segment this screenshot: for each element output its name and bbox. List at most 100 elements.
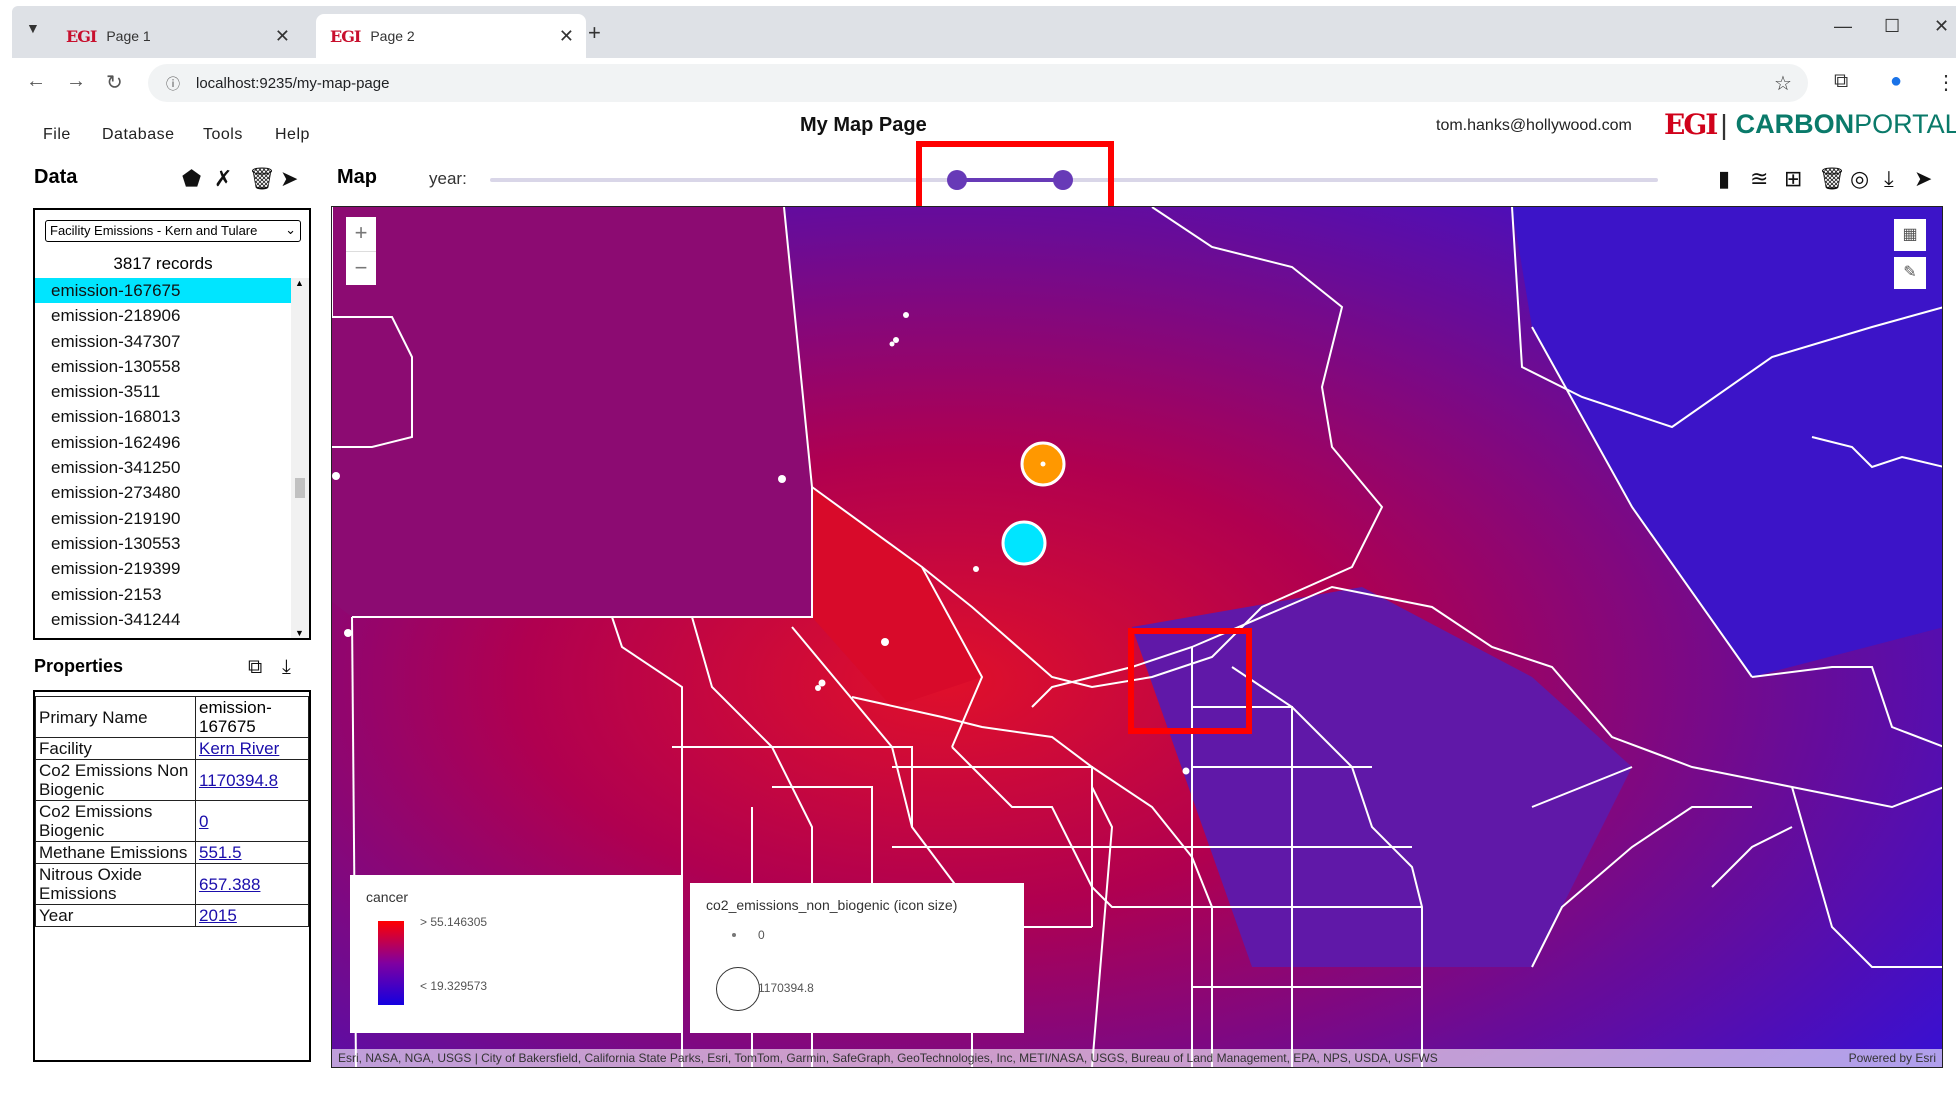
property-value-link[interactable]: 1170394.8	[199, 771, 278, 790]
zoom-out-button[interactable]: −	[346, 251, 376, 285]
add-layer-icon[interactable]: ⊞	[1784, 166, 1802, 192]
property-value-link[interactable]: 551.5	[199, 843, 242, 862]
menu-tools[interactable]: Tools	[203, 126, 243, 144]
zoom-in-button[interactable]: +	[346, 217, 376, 251]
tab-search-icon[interactable]: ▼	[26, 20, 40, 36]
property-row: Facility Kern River	[35, 737, 309, 760]
locate-icon[interactable]: ◎	[1850, 166, 1869, 192]
site-info-icon[interactable]: ⓘ	[166, 74, 180, 94]
record-list-item[interactable]: emission-341242	[35, 632, 291, 638]
properties-panel: Primary Name emission-167675 Facility Kern …	[33, 690, 311, 1062]
property-key: Nitrous Oxide Emissions	[35, 863, 196, 905]
record-list-item[interactable]: emission-341250	[35, 455, 291, 480]
back-icon[interactable]: ←	[26, 70, 46, 93]
region-northwest	[332, 207, 812, 617]
selected-facility-point[interactable]	[1001, 520, 1047, 566]
record-list-item[interactable]: emission-218906	[35, 303, 291, 328]
record-list-item[interactable]: emission-162496	[35, 430, 291, 455]
minimize-icon[interactable]: —	[1834, 16, 1852, 37]
basemap-gallery-icon[interactable]: ▦	[1894, 219, 1926, 251]
user-email[interactable]: tom.hanks@hollywood.com	[1436, 117, 1632, 135]
record-list-item[interactable]: emission-2153	[35, 582, 291, 607]
map-trash-icon[interactable]: 🗑	[1818, 166, 1846, 192]
close-icon[interactable]: ✕	[275, 26, 290, 47]
browser-tab-bar: ▼ EGI Page 1 ✕ EGI Page 2 ✕ + — ☐ ✕	[12, 6, 1956, 58]
record-list-scrollbar[interactable]: ▲ ▼	[291, 278, 309, 638]
tab-page-1[interactable]: EGI Page 1 ✕	[52, 14, 302, 58]
record-list-item[interactable]: emission-347307	[35, 329, 291, 354]
record-list-item[interactable]: emission-130553	[35, 531, 291, 556]
clear-selection-icon[interactable]: ✗	[214, 166, 232, 192]
tag-icon[interactable]: ⬟	[182, 166, 201, 192]
property-value-link[interactable]: Kern River	[199, 739, 279, 758]
profile-icon[interactable]: ●	[1890, 70, 1902, 93]
scroll-up-icon[interactable]: ▲	[295, 278, 304, 288]
maximize-icon[interactable]: ☐	[1884, 16, 1900, 37]
logo-separator: |	[1720, 108, 1728, 140]
property-value: emission-167675	[199, 698, 272, 736]
chevron-down-icon: ⌄	[285, 222, 296, 237]
record-list-item[interactable]: emission-219190	[35, 506, 291, 531]
cancer-legend-max: > 55.146305	[420, 915, 488, 929]
address-bar: ← → ↻ ⓘ localhost:9235/my-map-page ☆ ⧉ ●…	[12, 58, 1956, 108]
cancer-gradient-ramp	[378, 921, 404, 1005]
sketch-edit-icon[interactable]: ✎	[1894, 257, 1926, 289]
reload-icon[interactable]: ↻	[106, 70, 123, 95]
menu-database[interactable]: Database	[102, 126, 175, 144]
download-icon[interactable]: ⤓	[282, 656, 291, 679]
layers-icon[interactable]: ≊	[1750, 166, 1768, 192]
property-value-link[interactable]: 2015	[199, 906, 237, 925]
menu-file[interactable]: File	[43, 126, 71, 144]
record-list-item[interactable]: emission-168013	[35, 404, 291, 429]
map-send-icon[interactable]: ➤	[1914, 166, 1932, 192]
map-download-icon[interactable]: ⤓	[1884, 166, 1894, 192]
powered-by-esri[interactable]: Powered by Esri	[1849, 1049, 1936, 1067]
basemap-icon[interactable]: ▮	[1718, 166, 1730, 192]
record-list-item[interactable]: emission-219399	[35, 556, 291, 581]
more-menu-icon[interactable]: ⋮	[1936, 70, 1956, 95]
property-value-link[interactable]: 0	[199, 812, 208, 831]
send-icon[interactable]: ➤	[280, 166, 298, 192]
forward-icon[interactable]: →	[66, 70, 86, 93]
bookmark-star-icon[interactable]: ☆	[1774, 71, 1792, 96]
cancer-legend: cancer > 55.146305 < 19.329573	[350, 875, 682, 1033]
url-text: localhost:9235/my-map-page	[196, 75, 390, 92]
property-value-cell: Kern River	[195, 737, 309, 760]
record-list-item[interactable]: emission-3511	[35, 379, 291, 404]
extensions-icon[interactable]: ⧉	[1834, 70, 1848, 93]
property-value-link[interactable]: 657.388	[199, 875, 260, 894]
tab-label: Page 2	[370, 28, 415, 44]
record-list-item[interactable]: emission-341244	[35, 607, 291, 632]
co2-legend-title: co2_emissions_non_biogenic (icon size)	[706, 897, 958, 913]
property-key: Primary Name	[35, 696, 196, 738]
cancer-legend-min: < 19.329573	[420, 979, 488, 993]
co2-legend: co2_emissions_non_biogenic (icon size) 0…	[690, 883, 1024, 1033]
new-tab-icon[interactable]: +	[588, 20, 601, 46]
record-count: 3817 records	[113, 254, 213, 273]
property-row: Methane Emissions 551.5	[35, 841, 309, 864]
trash-icon[interactable]: 🗑	[248, 166, 276, 192]
property-key: Co2 Emissions Biogenic	[35, 800, 196, 842]
record-list-item[interactable]: emission-130558	[35, 354, 291, 379]
tab-page-2[interactable]: EGI Page 2 ✕	[316, 14, 586, 58]
data-panel: Facility Emissions - Kern and Tulare ⌄ 3…	[33, 208, 311, 640]
map-point-highlight-box	[1128, 628, 1252, 734]
property-key: Year	[35, 904, 196, 927]
tab-label: Page 1	[106, 28, 151, 44]
dataset-select[interactable]: Facility Emissions - Kern and Tulare ⌄	[45, 220, 301, 242]
close-icon[interactable]: ✕	[559, 26, 574, 47]
menu-help[interactable]: Help	[275, 126, 310, 144]
scroll-down-icon[interactable]: ▼	[295, 628, 304, 638]
open-external-icon[interactable]: ⧉	[248, 656, 262, 679]
url-bar[interactable]: ⓘ localhost:9235/my-map-page ☆	[148, 64, 1808, 102]
property-value-cell: 657.388	[195, 863, 309, 905]
record-list[interactable]: emission-167675 emission-218906 emission-3…	[35, 278, 291, 638]
property-value-cell: 2015	[195, 904, 309, 927]
window-close-icon[interactable]: ✕	[1934, 16, 1949, 37]
property-row: Co2 Emissions Biogenic 0	[35, 800, 309, 842]
scroll-thumb[interactable]	[295, 478, 305, 498]
record-list-item[interactable]: emission-273480	[35, 480, 291, 505]
property-value-cell: 551.5	[195, 841, 309, 864]
record-list-item[interactable]: emission-167675	[35, 278, 291, 304]
property-key: Methane Emissions	[35, 841, 196, 864]
